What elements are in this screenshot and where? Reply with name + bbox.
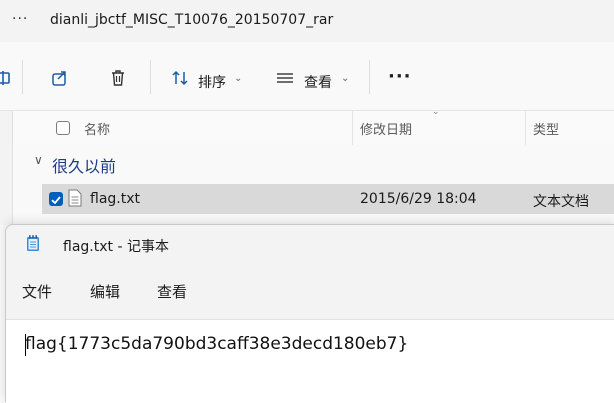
menu-edit[interactable]: 编辑 [90, 281, 120, 302]
notepad-icon [27, 235, 39, 251]
more-options-button[interactable]: ··· [388, 66, 412, 87]
select-all-checkbox[interactable] [56, 121, 70, 135]
text-editor-area[interactable]: flag{1773c5da790bd3caff38e3decd180eb7} [6, 319, 614, 403]
notepad-title: flag.txt - 记事本 [63, 239, 169, 255]
chevron-down-icon[interactable]: ∨ [34, 153, 43, 167]
sort-button[interactable]: 排序 [198, 72, 226, 92]
column-divider[interactable] [525, 111, 526, 145]
file-modified-date: 2015/6/29 18:04 [360, 191, 477, 207]
view-list-icon[interactable] [275, 68, 295, 88]
sort-icon[interactable] [170, 68, 190, 88]
column-name-header[interactable]: 名称 [84, 119, 110, 138]
column-header: 名称 ⌄ 修改日期 类型 [14, 107, 614, 145]
text-file-icon [68, 189, 82, 207]
share-icon[interactable] [50, 68, 70, 88]
view-button[interactable]: 查看 [304, 72, 332, 92]
delete-icon[interactable] [108, 68, 128, 88]
column-divider[interactable] [352, 111, 353, 145]
explorer-title-bar: ··· dianli_jbctf_MISC_T10076_20150707_ra… [0, 0, 614, 42]
toolbar-separator [22, 60, 23, 94]
column-modified-header[interactable]: 修改日期 [360, 119, 412, 138]
chevron-down-icon: ⌄ [341, 73, 350, 84]
toolbar-separator [369, 60, 370, 94]
group-label: 很久以前 [52, 157, 117, 176]
file-name[interactable]: flag.txt [90, 191, 140, 207]
rename-icon[interactable] [0, 68, 14, 88]
editor-content[interactable]: flag{1773c5da790bd3caff38e3decd180eb7} [25, 334, 408, 354]
sort-chevron-icon: ⌄ [432, 107, 440, 117]
see-more-button[interactable]: ··· [12, 11, 28, 27]
file-row[interactable]: flag.txt 2015/6/29 18:04 文本文档 [42, 184, 614, 214]
file-type: 文本文档 [533, 194, 589, 210]
column-type-header[interactable]: 类型 [533, 119, 559, 138]
text-cursor [25, 334, 26, 356]
explorer-toolbar: 排序 ⌄ 查看 ⌄ ··· [0, 42, 614, 111]
menu-view[interactable]: 查看 [157, 281, 187, 302]
row-checkbox[interactable] [49, 192, 63, 206]
chevron-down-icon: ⌄ [234, 73, 243, 84]
notepad-window: flag.txt - 记事本 文件 编辑 查看 flag{1773c5da790… [5, 224, 614, 403]
checkmark-icon [51, 196, 61, 205]
menu-file[interactable]: 文件 [22, 281, 52, 302]
folder-path: dianli_jbctf_MISC_T10076_20150707_rar [50, 12, 334, 28]
toolbar-separator [150, 60, 151, 94]
navigation-pane [0, 111, 13, 225]
